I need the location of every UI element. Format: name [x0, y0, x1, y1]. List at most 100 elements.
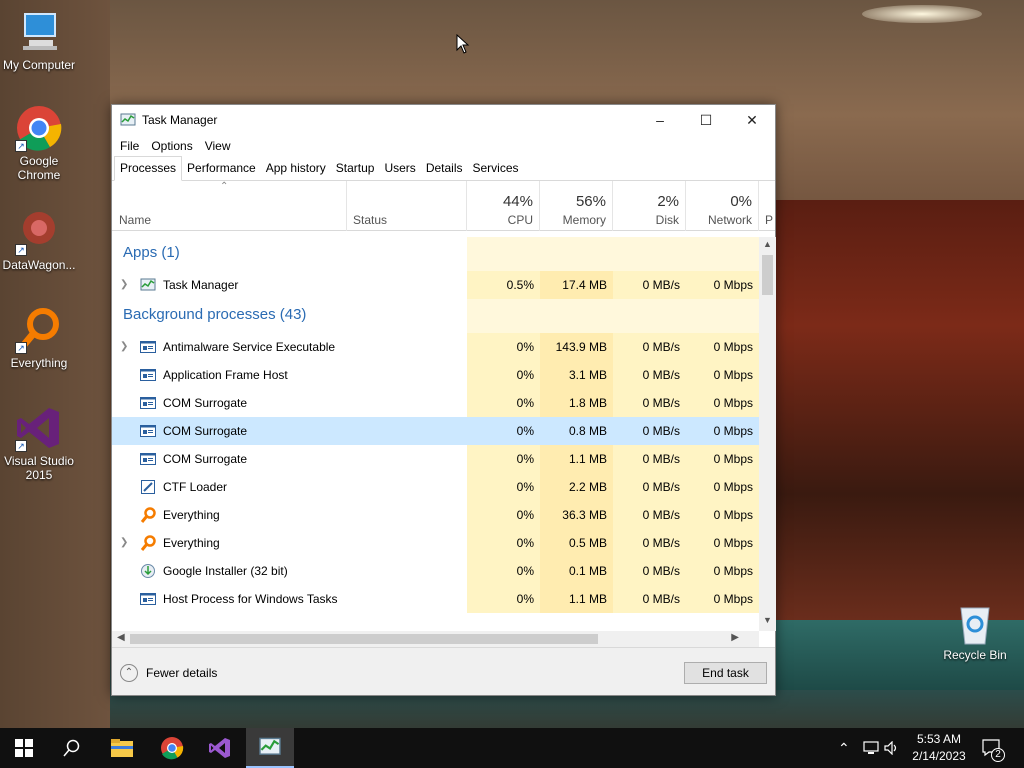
- desktop-icon-my-computer[interactable]: My Computer: [0, 8, 78, 72]
- chevron-right-icon[interactable]: ❯: [120, 333, 128, 361]
- process-cpu: 0%: [467, 445, 540, 473]
- task-manager-window: Task Manager – ☐ ✕ File Options View Pro…: [111, 104, 776, 696]
- task-manager-icon: [120, 112, 136, 128]
- taskbar: ⌃ 5:53 AM 2/14/2023 2: [0, 728, 1024, 768]
- maximize-button[interactable]: ☐: [683, 105, 729, 135]
- column-status[interactable]: Status: [347, 181, 467, 231]
- tab-app-history[interactable]: App history: [261, 156, 331, 180]
- network-icon: [863, 741, 879, 754]
- tab-startup[interactable]: Startup: [331, 156, 380, 180]
- vertical-scrollbar[interactable]: ▲ ▼: [759, 237, 776, 631]
- process-row[interactable]: Application Frame Host 0% 3.1 MB 0 MB/s 0 Mb…: [112, 361, 759, 389]
- network-tray-icon[interactable]: [862, 728, 880, 768]
- desktop-icon-everything[interactable]: ↗ Everything: [0, 306, 78, 370]
- action-center-button[interactable]: 2: [982, 728, 1005, 768]
- process-row[interactable]: COM Surrogate 0% 1.8 MB 0 MB/s 0 Mbps: [112, 389, 759, 417]
- process-row[interactable]: COM Surrogate 0% 1.1 MB 0 MB/s 0 Mbps: [112, 445, 759, 473]
- taskbar-visual-studio[interactable]: [196, 728, 244, 768]
- clock-date: 2/14/2023: [912, 749, 966, 763]
- end-task-button[interactable]: End task: [684, 662, 767, 684]
- show-hidden-icons-button[interactable]: ⌃: [838, 728, 850, 768]
- process-row[interactable]: Everything 0% 36.3 MB 0 MB/s 0 Mbps: [112, 501, 759, 529]
- wallpaper-light: [862, 5, 982, 23]
- fewer-details-button[interactable]: ⌃ Fewer details: [120, 664, 217, 682]
- process-name: Host Process for Windows Tasks: [163, 592, 338, 606]
- desktop-icon-visual-studio[interactable]: ↗ Visual Studio 2015: [0, 404, 78, 482]
- windows-logo-icon: [15, 739, 33, 757]
- column-power[interactable]: P: [759, 181, 779, 231]
- process-disk: 0 MB/s: [613, 361, 686, 389]
- tab-bar: Processes Performance App history Startu…: [112, 156, 775, 181]
- chevron-right-icon[interactable]: ❯: [120, 271, 128, 299]
- process-row[interactable]: ❯ Everything 0% 0.5 MB 0 MB/s 0 Mbps: [112, 529, 759, 557]
- process-row[interactable]: Google Installer (32 bit) 0% 0.1 MB 0 MB/s 0…: [112, 557, 759, 585]
- tab-services[interactable]: Services: [468, 156, 524, 180]
- group-header-background[interactable]: Background processes (43): [112, 299, 759, 333]
- mouse-cursor-icon: [456, 33, 470, 57]
- process-network: 0 Mbps: [686, 361, 759, 389]
- scroll-down-icon[interactable]: ▼: [759, 615, 776, 629]
- service-icon: [140, 591, 156, 607]
- process-memory: 17.4 MB: [540, 271, 613, 299]
- tab-processes[interactable]: Processes: [114, 156, 183, 181]
- process-cpu: 0%: [467, 585, 540, 613]
- column-name-label: Name: [119, 213, 152, 227]
- scroll-left-icon[interactable]: ◀: [117, 632, 125, 643]
- chevron-right-icon[interactable]: ❯: [120, 529, 128, 557]
- process-name: COM Surrogate: [163, 424, 248, 438]
- search-button[interactable]: [48, 728, 96, 768]
- process-disk: 0 MB/s: [613, 445, 686, 473]
- desktop-icon-recycle-bin[interactable]: Recycle Bin: [936, 602, 1014, 662]
- horizontal-scrollbar[interactable]: ◀ ▶: [112, 631, 759, 647]
- menu-view[interactable]: View: [201, 139, 235, 153]
- taskbar-task-manager[interactable]: [246, 728, 294, 768]
- process-memory: 0.5 MB: [540, 529, 613, 557]
- scroll-up-icon[interactable]: ▲: [759, 239, 776, 253]
- desktop-icon-datawagon[interactable]: ↗ DataWagon...: [0, 208, 78, 272]
- volume-tray-icon[interactable]: [884, 728, 900, 768]
- column-network-label: Network: [707, 213, 752, 227]
- taskbar-chrome[interactable]: [148, 728, 196, 768]
- column-name[interactable]: ⌃ Name: [112, 181, 347, 231]
- group-header-apps[interactable]: Apps (1): [112, 237, 759, 271]
- speaker-icon: [884, 741, 897, 755]
- start-button[interactable]: [0, 728, 48, 768]
- process-row[interactable]: ❯ Task Manager 0.5% 17.4 MB 0 MB/s 0 Mbps: [112, 271, 759, 299]
- process-network: 0 Mbps: [686, 473, 759, 501]
- column-network[interactable]: 0% Network: [686, 181, 759, 231]
- ctf-icon: [140, 479, 156, 495]
- tab-performance[interactable]: Performance: [182, 156, 261, 180]
- menu-options[interactable]: Options: [147, 139, 196, 153]
- process-network: 0 Mbps: [686, 333, 759, 361]
- process-name: Everything: [163, 536, 220, 550]
- taskbar-file-explorer[interactable]: [98, 728, 146, 768]
- notification-count: 2: [991, 748, 1005, 762]
- tab-details[interactable]: Details: [421, 156, 468, 180]
- scroll-right-icon[interactable]: ▶: [731, 632, 739, 643]
- tab-users[interactable]: Users: [379, 156, 420, 180]
- process-network: 0 Mbps: [686, 271, 759, 299]
- cpu-total: 44%: [502, 193, 533, 210]
- process-row[interactable]: Host Process for Windows Tasks 0% 1.1 MB 0 …: [112, 585, 759, 613]
- desktop-icon-chrome[interactable]: ↗ Google Chrome: [0, 104, 78, 182]
- column-cpu[interactable]: 44% CPU: [467, 181, 540, 231]
- close-button[interactable]: ✕: [729, 105, 775, 135]
- group-label: Apps (1): [123, 244, 180, 261]
- minimize-button[interactable]: –: [637, 105, 683, 135]
- process-row[interactable]: COM Surrogate 0% 0.8 MB 0 MB/s 0 Mbps: [112, 417, 759, 445]
- process-row[interactable]: CTF Loader 0% 2.2 MB 0 MB/s 0 Mbps: [112, 473, 759, 501]
- system-clock[interactable]: 5:53 AM 2/14/2023: [905, 731, 973, 765]
- column-memory[interactable]: 56% Memory: [540, 181, 613, 231]
- process-name: Google Installer (32 bit): [163, 564, 288, 578]
- process-name: COM Surrogate: [163, 396, 248, 410]
- process-cpu: 0%: [467, 417, 540, 445]
- process-row[interactable]: ❯ Antimalware Service Executable 0% 143.9 M…: [112, 333, 759, 361]
- menu-file[interactable]: File: [116, 139, 143, 153]
- visual-studio-icon: [209, 738, 230, 758]
- hscroll-thumb[interactable]: [130, 634, 598, 644]
- scroll-thumb[interactable]: [762, 255, 773, 295]
- column-disk[interactable]: 2% Disk: [613, 181, 686, 231]
- title-bar[interactable]: Task Manager – ☐ ✕: [112, 105, 775, 135]
- chrome-icon: [161, 737, 184, 760]
- desktop-icon-label: DataWagon...: [2, 258, 76, 272]
